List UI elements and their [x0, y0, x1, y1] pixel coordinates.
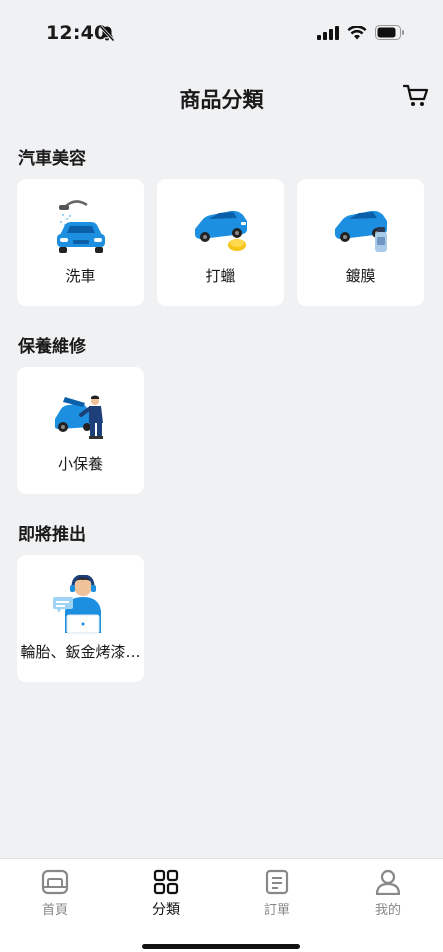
cart-icon[interactable] — [402, 84, 429, 112]
category-card-car-wax[interactable]: 打蠟 — [157, 179, 284, 306]
profile-icon — [375, 869, 401, 895]
bell-off-icon — [99, 25, 115, 46]
category-label: 小保養 — [57, 455, 103, 473]
tab-orders[interactable]: 訂單 — [222, 869, 332, 918]
header: 商品分類 — [0, 70, 443, 126]
category-label: 鍍膜 — [345, 267, 376, 285]
home-icon — [41, 869, 69, 895]
category-card-tires-bodywork[interactable]: 輪胎、鈑金烤漆… — [17, 555, 144, 682]
wifi-icon — [347, 25, 367, 39]
battery-icon — [375, 25, 404, 40]
home-indicator — [142, 944, 300, 949]
car-maintenance-illustration — [51, 385, 111, 447]
category-card-minor-maintenance[interactable]: 小保養 — [17, 367, 144, 494]
category-card-car-coating[interactable]: 鍍膜 — [297, 179, 424, 306]
category-card-car-wash[interactable]: 洗車 — [17, 179, 144, 306]
tab-label: 分類 — [152, 902, 180, 918]
customer-service-illustration — [51, 574, 111, 639]
order-list-icon — [265, 869, 289, 895]
signal-icon — [317, 25, 339, 40]
category-grid-icon — [153, 869, 179, 895]
category-label: 輪胎、鈑金烤漆… — [20, 643, 141, 661]
tab-profile[interactable]: 我的 — [333, 869, 443, 918]
section-title-coming-soon: 即將推出 — [18, 525, 86, 545]
section-title-car-beauty: 汽車美容 — [18, 149, 86, 169]
tab-label: 訂單 — [263, 903, 290, 918]
status-indicators — [317, 25, 405, 40]
section-title-maintenance: 保養維修 — [18, 337, 86, 357]
page-title: 商品分類 — [179, 88, 264, 112]
tab-home[interactable]: 首頁 — [0, 869, 110, 918]
tab-categories[interactable]: 分類 — [111, 869, 221, 919]
car-coating-illustration — [331, 197, 391, 259]
category-label: 打蠟 — [205, 267, 236, 285]
car-wash-illustration — [51, 197, 111, 259]
bottom-tab-bar: 首頁 分類 訂單 我的 — [0, 858, 443, 952]
status-bar: 12:40 — [0, 0, 443, 64]
category-label: 洗車 — [65, 267, 96, 285]
car-wax-illustration — [191, 197, 251, 259]
tab-label: 我的 — [374, 903, 401, 918]
tab-label: 首頁 — [41, 903, 68, 918]
